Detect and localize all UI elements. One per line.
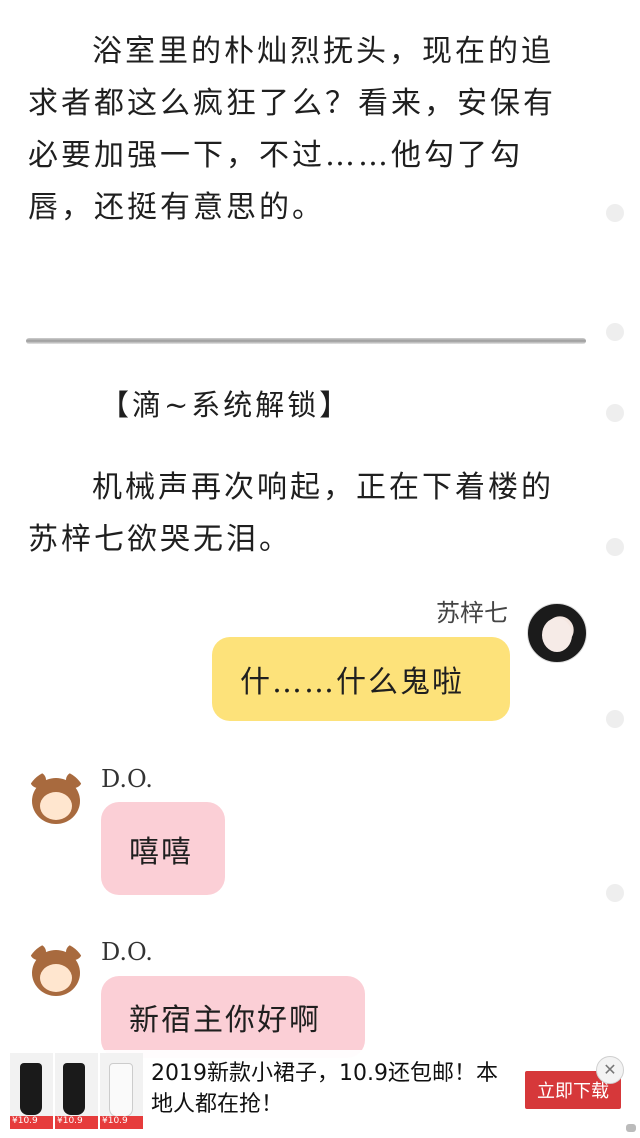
ad-banner[interactable]: ¥10.9 ¥10.9 ¥10.9 2019新款小裙子，10.9还包邮！本地人都… <box>0 1050 640 1138</box>
scroll-indicator-dot <box>606 710 624 728</box>
sender-name: 苏梓七 <box>436 599 508 627</box>
avatar[interactable] <box>527 603 587 663</box>
avatar[interactable] <box>26 770 86 830</box>
avatar-face-icon <box>40 792 72 820</box>
ad-image[interactable]: ¥10.9 ¥10.9 ¥10.9 <box>10 1053 143 1129</box>
sender-name: D.O. <box>101 765 153 793</box>
sender-name: D.O. <box>101 938 153 966</box>
scroll-indicator-dot <box>606 204 624 222</box>
scroll-indicator-dot <box>606 323 624 341</box>
avatar-face-icon <box>542 618 572 652</box>
scroll-indicator-dot <box>606 538 624 556</box>
scroll-indicator-dot <box>606 884 624 902</box>
chat-icon <box>626 1124 636 1132</box>
section-divider <box>26 338 586 344</box>
story-paragraph: 机械声再次响起，正在下着楼的苏梓七欲哭无泪。 <box>28 470 554 557</box>
chat-bubble: 新宿主你好啊 <box>101 976 365 1058</box>
avatar-face-icon <box>40 964 72 992</box>
ad-text[interactable]: 2019新款小裙子，10.9还包邮！本地人都在抢！ <box>151 1058 511 1120</box>
chat-bubble: 嘻嘻 <box>101 802 225 895</box>
scroll-indicator-dot <box>606 404 624 422</box>
system-message: 【滴~系统解锁】 <box>100 388 352 422</box>
chat-bubble: 什……什么鬼啦 <box>212 637 510 721</box>
close-icon[interactable]: ✕ <box>596 1056 624 1084</box>
avatar[interactable] <box>26 942 86 1002</box>
story-paragraph: 浴室里的朴灿烈抚头，现在的追求者都这么疯狂了么？看来，安保有必要加强一下，不过…… <box>28 34 556 225</box>
